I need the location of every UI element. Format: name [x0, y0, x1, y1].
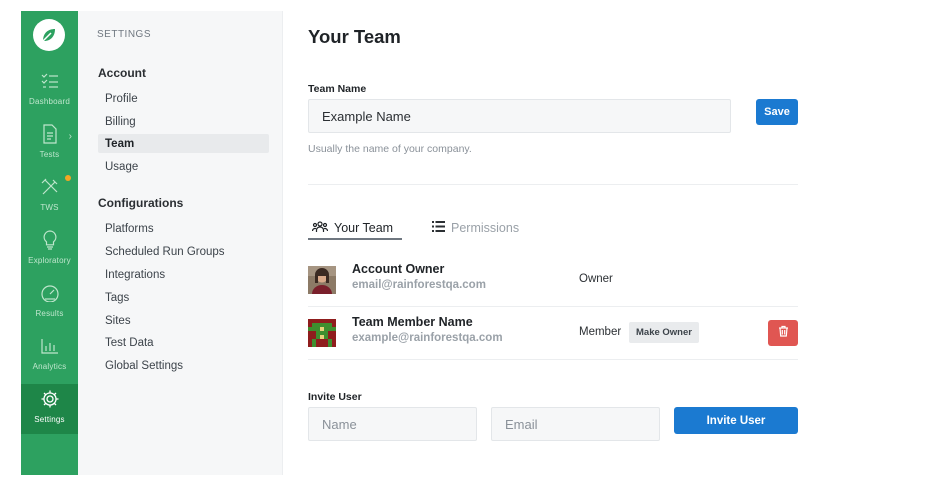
rail-item-tws[interactable]: TWS	[21, 172, 78, 222]
rail-item-analytics[interactable]: Analytics	[21, 331, 78, 381]
rail-item-exploratory[interactable]: Exploratory	[21, 225, 78, 275]
configurations-heading: Configurations	[98, 196, 184, 210]
trash-icon	[778, 324, 789, 342]
subnav-item-team[interactable]: Team	[98, 134, 269, 153]
divider	[308, 359, 798, 360]
leaf-logo-icon[interactable]	[33, 19, 65, 51]
subnav-item-test-data[interactable]: Test Data	[98, 333, 269, 352]
settings-subnav: SETTINGS Account Profile Billing Team Us…	[78, 11, 283, 475]
subnav-item-tags[interactable]: Tags	[98, 288, 269, 307]
tab-label: Your Team	[334, 221, 394, 235]
member-row: Account Owner email@rainforestqa.com Own…	[308, 254, 798, 306]
rail-label: Tests	[39, 150, 60, 159]
rail-label: Exploratory	[28, 256, 71, 265]
rail-label: TWS	[40, 203, 59, 212]
subnav-item-billing[interactable]: Billing	[98, 112, 269, 131]
rail-item-dashboard[interactable]: Dashboard	[21, 66, 78, 116]
rail-item-results[interactable]: Results	[21, 278, 78, 328]
rail-label: Dashboard	[29, 97, 70, 106]
rail-label: Settings	[34, 415, 65, 424]
gear-icon	[39, 388, 61, 410]
chevron-right-icon: ›	[68, 131, 72, 142]
list-icon	[432, 221, 445, 235]
page-title: Your Team	[308, 26, 401, 47]
document-icon	[39, 123, 61, 145]
member-row: Team Member Name example@rainforestqa.co…	[308, 307, 798, 359]
account-heading: Account	[98, 66, 146, 80]
rail-item-settings[interactable]: Settings	[21, 384, 78, 434]
subnav-item-integrations[interactable]: Integrations	[98, 265, 269, 284]
gauge-icon	[39, 282, 61, 304]
team-name-label: Team Name	[308, 83, 367, 95]
subnav-item-profile[interactable]: Profile	[98, 89, 269, 108]
member-name: Team Member Name	[352, 315, 473, 329]
invite-name-input[interactable]	[308, 407, 477, 441]
checklist-icon	[39, 70, 61, 92]
bar-chart-icon	[39, 335, 61, 357]
photo-avatar	[308, 266, 336, 294]
users-icon	[311, 220, 329, 236]
team-name-hint: Usually the name of your company.	[308, 143, 472, 155]
member-role: Owner	[579, 273, 613, 285]
lightbulb-icon	[39, 229, 61, 251]
delete-member-button[interactable]	[768, 320, 798, 346]
save-button[interactable]: Save	[756, 99, 798, 125]
subnav-caption: SETTINGS	[97, 29, 152, 40]
member-role: Member	[579, 326, 622, 338]
member-name: Account Owner	[352, 262, 445, 276]
tools-icon	[39, 176, 61, 198]
make-owner-button[interactable]: Make Owner	[629, 322, 699, 343]
subnav-item-scheduled-run-groups[interactable]: Scheduled Run Groups	[98, 242, 269, 261]
divider	[308, 184, 798, 185]
pixel-avatar	[308, 319, 336, 347]
tab-your-team[interactable]: Your Team	[311, 216, 394, 240]
subnav-item-platforms[interactable]: Platforms	[98, 219, 269, 238]
invite-email-input[interactable]	[491, 407, 660, 441]
tab-label: Permissions	[451, 221, 520, 235]
invite-user-label: Invite User	[308, 391, 362, 403]
subnav-item-global-settings[interactable]: Global Settings	[98, 356, 269, 375]
active-tab-indicator	[308, 238, 402, 240]
member-email: email@rainforestqa.com	[352, 279, 486, 291]
member-email: example@rainforestqa.com	[352, 332, 503, 344]
invite-user-button[interactable]: Invite User	[674, 407, 798, 434]
rail-item-tests[interactable]: › Tests	[21, 119, 78, 169]
app-rail: Dashboard › Tests TWS Exploratory Result…	[21, 11, 78, 475]
subnav-item-usage[interactable]: Usage	[98, 157, 269, 176]
subnav-item-sites[interactable]: Sites	[98, 311, 269, 330]
notification-dot	[65, 175, 71, 181]
team-name-input[interactable]	[308, 99, 731, 133]
rail-label: Analytics	[32, 362, 67, 371]
main-content: Your Team Team Name Save Usually the nam…	[283, 0, 938, 487]
rail-label: Results	[35, 309, 64, 318]
tab-permissions[interactable]: Permissions	[432, 216, 519, 240]
